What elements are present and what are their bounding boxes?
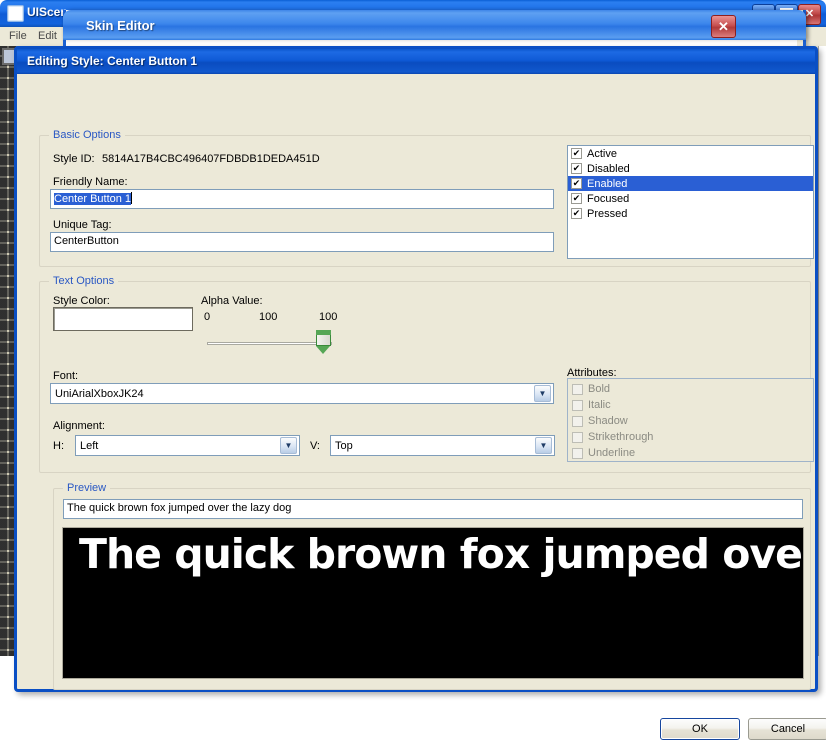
preview-legend: Preview <box>63 482 110 494</box>
menu-item-file[interactable]: File <box>9 30 27 42</box>
checkbox-checked-icon[interactable]: ✔ <box>571 208 582 219</box>
font-select[interactable]: UniArialXboxJK24 ▼ <box>50 383 554 404</box>
alpha-value-label: Alpha Value: <box>201 295 263 307</box>
attribute-row: ✔ Underline <box>568 445 813 461</box>
skin-editor-title: Skin Editor <box>86 18 155 33</box>
unique-tag-value: CenterButton <box>54 235 119 247</box>
list-item[interactable]: ✔ Active <box>568 146 813 161</box>
attribute-row: ✔ Bold <box>568 381 813 397</box>
attribute-row: ✔ Shadow <box>568 413 813 429</box>
state-label: Active <box>587 148 617 160</box>
menu-item-edit[interactable]: Edit <box>38 30 57 42</box>
dialog-title: Editing Style: Center Button 1 <box>27 54 197 68</box>
checkbox-unchecked-icon: ✔ <box>572 400 583 411</box>
unique-tag-label: Unique Tag: <box>53 219 112 231</box>
attribute-label: Strikethrough <box>588 431 653 443</box>
checkbox-unchecked-icon: ✔ <box>572 384 583 395</box>
style-id-label: Style ID: <box>53 153 95 165</box>
list-item[interactable]: ✔ Pressed <box>568 206 813 221</box>
alpha-min-label: 0 <box>204 311 210 323</box>
state-label: Enabled <box>587 178 627 190</box>
preview-canvas: The quick brown fox jumped over the lazy… <box>62 527 804 679</box>
attribute-label: Italic <box>588 399 611 411</box>
attribute-label: Shadow <box>588 415 628 427</box>
font-value: UniArialXboxJK24 <box>51 388 534 400</box>
checkbox-checked-icon[interactable]: ✔ <box>571 178 582 189</box>
unique-tag-input[interactable]: CenterButton <box>50 232 554 252</box>
checkbox-unchecked-icon: ✔ <box>572 432 583 443</box>
v-alignment-label: V: <box>310 440 320 452</box>
alpha-current-label: 100 <box>319 311 337 323</box>
style-color-label: Style Color: <box>53 295 110 307</box>
cancel-button[interactable]: Cancel <box>748 718 826 740</box>
checkbox-checked-icon[interactable]: ✔ <box>571 193 582 204</box>
chevron-down-icon[interactable]: ▼ <box>280 437 297 454</box>
state-label: Pressed <box>587 208 627 220</box>
attributes-group: ✔ Bold ✔ Italic ✔ Shadow ✔ Strikethrough… <box>567 378 814 462</box>
editing-style-dialog: Editing Style: Center Button 1 Basic Opt… <box>14 46 818 692</box>
attribute-row: ✔ Italic <box>568 397 813 413</box>
state-label: Disabled <box>587 163 630 175</box>
text-caret <box>131 192 132 204</box>
v-alignment-value: Top <box>331 440 535 452</box>
attribute-label: Underline <box>588 447 635 459</box>
attribute-row: ✔ Strikethrough <box>568 429 813 445</box>
h-alignment-value: Left <box>76 440 280 452</box>
preview-text-input[interactable]: The quick brown fox jumped over the lazy… <box>63 499 803 519</box>
ok-button[interactable]: OK <box>660 718 740 740</box>
friendly-name-input[interactable]: Center Button 1 <box>50 189 554 209</box>
state-label: Focused <box>587 193 629 205</box>
checkbox-checked-icon[interactable]: ✔ <box>571 148 582 159</box>
chevron-down-icon[interactable]: ▼ <box>535 437 552 454</box>
basic-options-legend: Basic Options <box>49 129 125 141</box>
friendly-name-label: Friendly Name: <box>53 176 128 188</box>
friendly-name-value: Center Button 1 <box>54 193 131 205</box>
skin-editor-titlebar[interactable] <box>63 10 806 40</box>
list-item[interactable]: ✔ Disabled <box>568 161 813 176</box>
list-item[interactable]: ✔ Focused <box>568 191 813 206</box>
alpha-slider-thumb[interactable] <box>316 330 331 354</box>
preview-rendered-text: The quick brown fox jumped over the lazy… <box>79 530 804 578</box>
alignment-label: Alignment: <box>53 420 105 432</box>
checkbox-unchecked-icon: ✔ <box>572 448 583 459</box>
checkbox-unchecked-icon: ✔ <box>572 416 583 427</box>
attribute-label: Bold <box>588 383 610 395</box>
alpha-mid-label: 100 <box>259 311 277 323</box>
states-listbox[interactable]: ✔ Active ✔ Disabled ✔ Enabled ✔ Focused … <box>567 145 814 259</box>
skin-editor-close-button[interactable]: ✕ <box>711 15 736 38</box>
checkbox-checked-icon[interactable]: ✔ <box>571 163 582 174</box>
h-alignment-label: H: <box>53 440 64 452</box>
font-label: Font: <box>53 370 78 382</box>
text-options-legend: Text Options <box>49 275 118 287</box>
preview-input-value: The quick brown fox jumped over the lazy… <box>67 502 291 514</box>
h-alignment-select[interactable]: Left ▼ <box>75 435 300 456</box>
alpha-slider-track[interactable] <box>207 342 332 345</box>
background-window-title: UIScen <box>27 5 68 19</box>
background-right-strip <box>818 46 826 656</box>
style-color-swatch[interactable] <box>53 307 193 331</box>
window-icon <box>7 5 24 22</box>
v-alignment-select[interactable]: Top ▼ <box>330 435 555 456</box>
list-item-selected[interactable]: ✔ Enabled <box>568 176 813 191</box>
chevron-down-icon[interactable]: ▼ <box>534 385 551 402</box>
style-id-value: 5814A17B4CBC496407FDBDB1DEDA451D <box>102 153 320 165</box>
background-bottom-strip <box>0 692 826 702</box>
